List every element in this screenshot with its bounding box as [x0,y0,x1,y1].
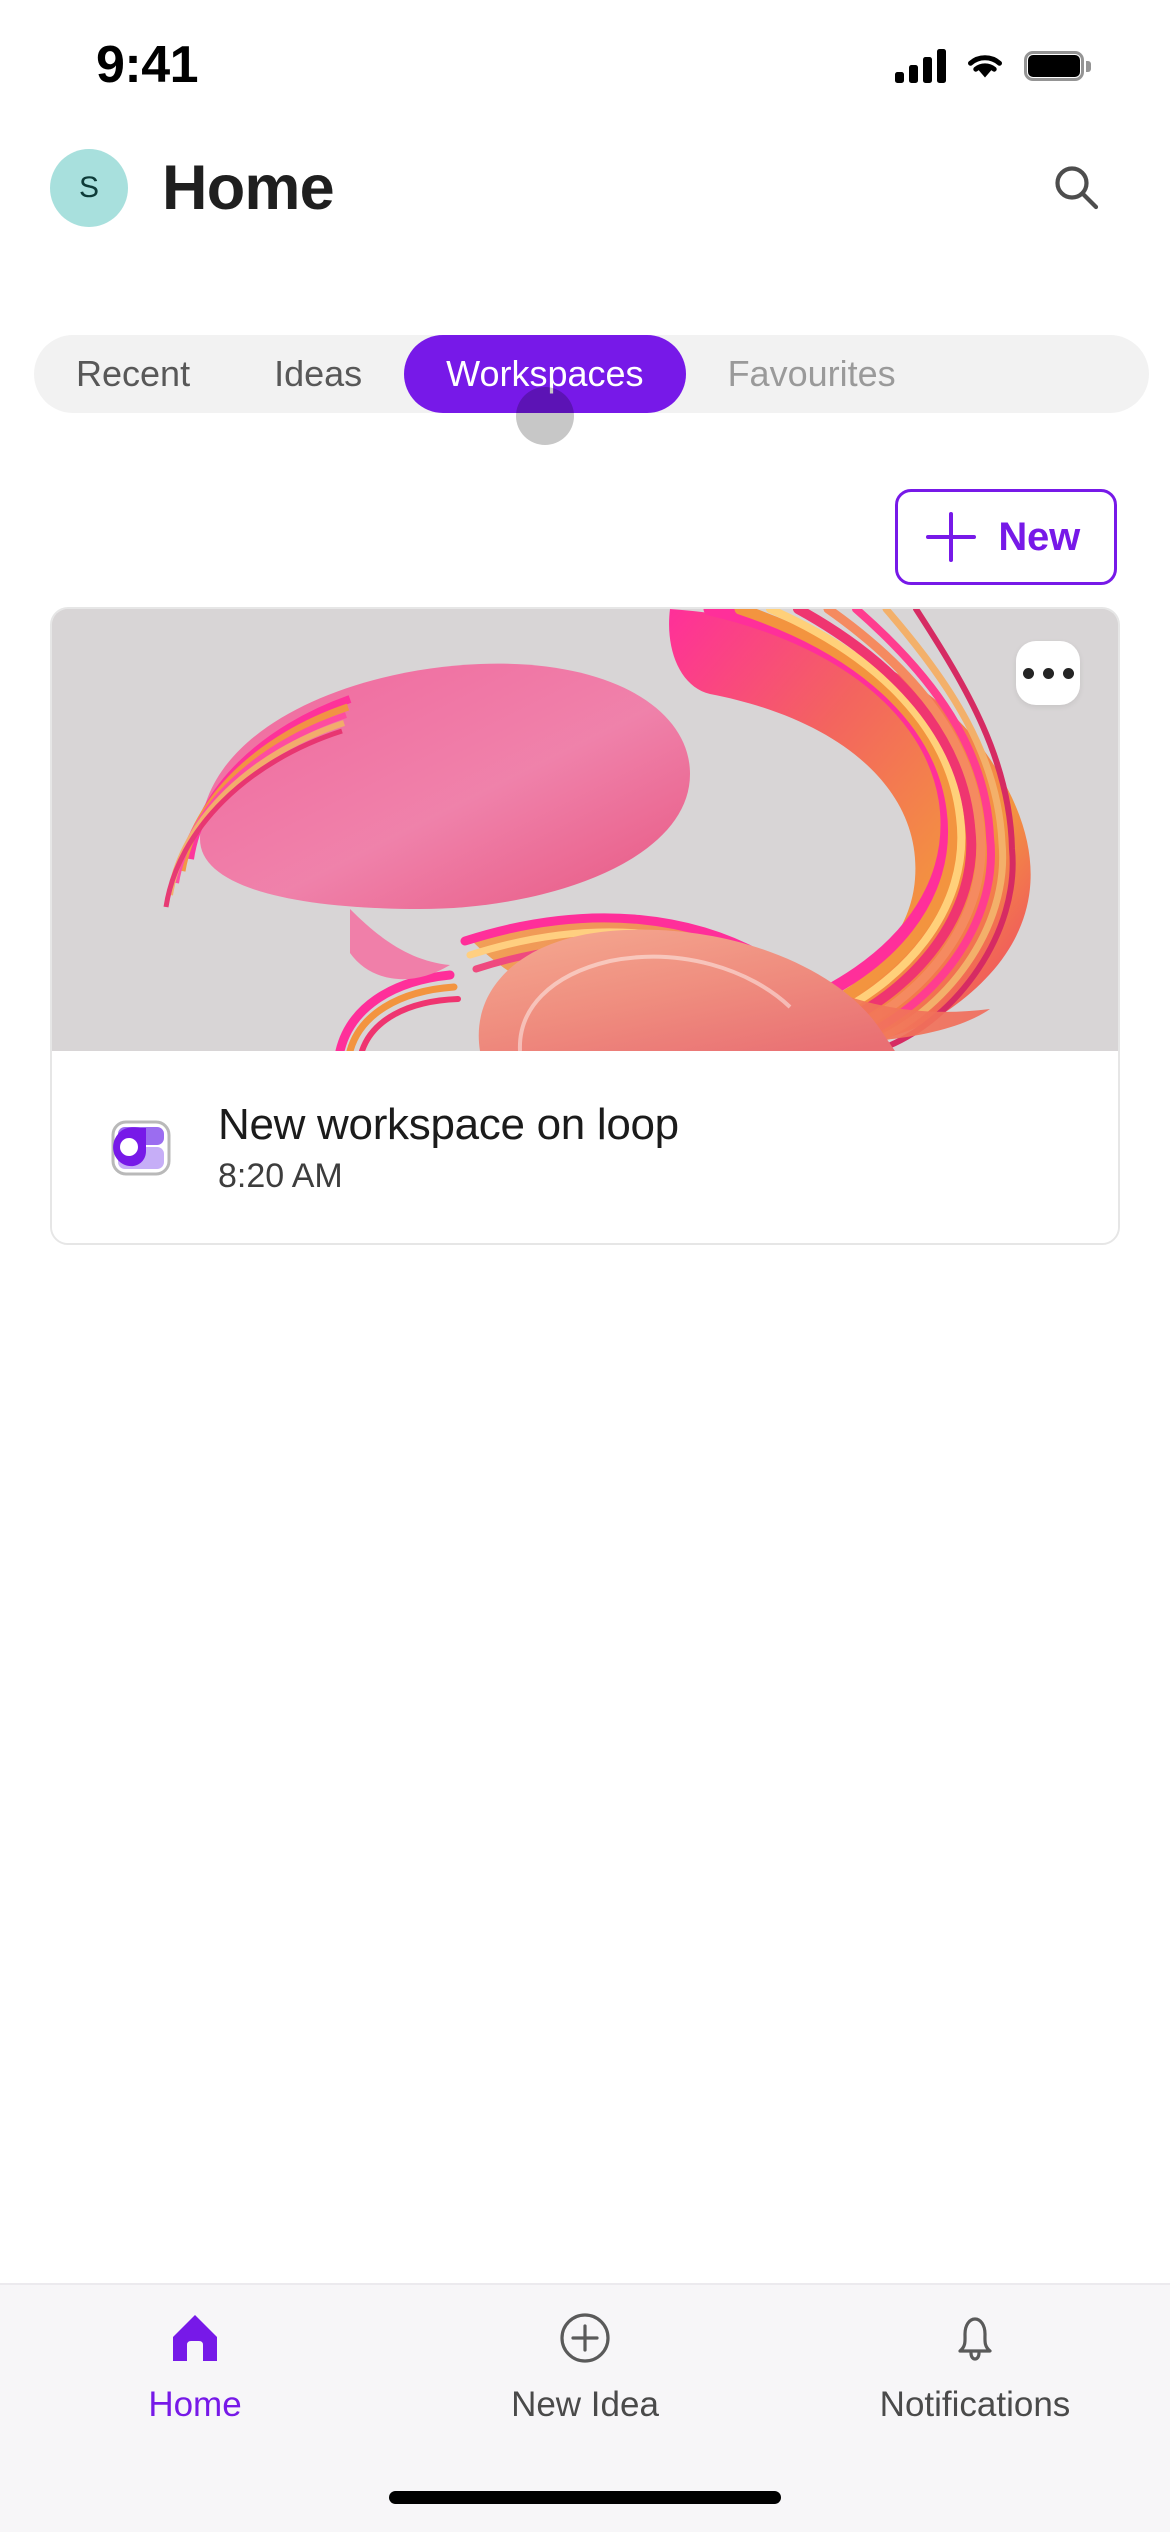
cellular-signal-icon [895,49,946,83]
app-screen: 9:41 S Home Recent Ideas Workspaces Favo… [0,0,1170,2532]
tab-label: Workspaces [446,353,644,394]
app-header: S Home [0,118,1170,258]
more-horizontal-icon [1022,667,1034,679]
avatar-initial: S [78,171,99,204]
nav-label: New Idea [511,2385,659,2424]
bell-icon [944,2307,1006,2369]
search-button[interactable] [1040,151,1114,225]
plus-circle-icon [554,2307,616,2369]
tab-favourites[interactable]: Favourites [686,335,938,413]
workspace-card-artwork [52,609,1118,1051]
workspace-card-text: New workspace on loop 8:20 AM [218,1100,679,1196]
wifi-icon [968,55,1002,78]
nav-item-notifications[interactable]: Notifications [780,2307,1170,2455]
card-more-button[interactable] [1016,641,1080,705]
loop-app-icon [96,1106,180,1190]
battery-icon [1024,51,1091,81]
status-bar: 9:41 [0,0,1170,118]
tab-label: Favourites [727,353,896,394]
tab-recent[interactable]: Recent [34,335,232,413]
workspace-card[interactable]: New workspace on loop 8:20 AM [50,607,1120,1245]
new-button[interactable]: New [895,489,1117,585]
page-title: Home [162,152,335,223]
status-bar-time: 9:41 [96,36,199,94]
workspace-card-info: New workspace on loop 8:20 AM [52,1051,1118,1243]
workspace-card-title: New workspace on loop [218,1099,679,1149]
workspace-card-timestamp: 8:20 AM [218,1157,343,1196]
bottom-navigation: Home New Idea Notifications [0,2283,1170,2532]
plus-icon [926,512,977,562]
status-bar-icons [895,49,1091,83]
home-icon [164,2307,226,2369]
search-icon [1055,166,1099,210]
more-horizontal-icon [1062,667,1074,679]
tab-strip[interactable]: Recent Ideas Workspaces Favourites [34,335,1164,445]
nav-label: Home [148,2385,242,2424]
tab-label: Ideas [274,353,363,394]
avatar[interactable]: S [50,149,128,227]
nav-item-new-idea[interactable]: New Idea [390,2307,780,2455]
tab-label: Recent [76,353,191,394]
abstract-ribbon-artwork [52,609,1118,1051]
actions-row: New [0,489,1170,585]
new-button-label: New [998,514,1080,559]
bottom-nav-items: Home New Idea Notifications [0,2285,1170,2455]
tab-workspaces[interactable]: Workspaces [404,335,686,445]
more-horizontal-icon [1042,667,1054,679]
nav-label: Notifications [879,2385,1071,2424]
tab-ideas[interactable]: Ideas [232,335,404,413]
nav-item-home[interactable]: Home [0,2307,390,2455]
tab-list: Recent Ideas Workspaces Favourites [34,335,938,445]
touch-press-indicator [515,387,574,445]
home-indicator[interactable] [389,2491,781,2504]
